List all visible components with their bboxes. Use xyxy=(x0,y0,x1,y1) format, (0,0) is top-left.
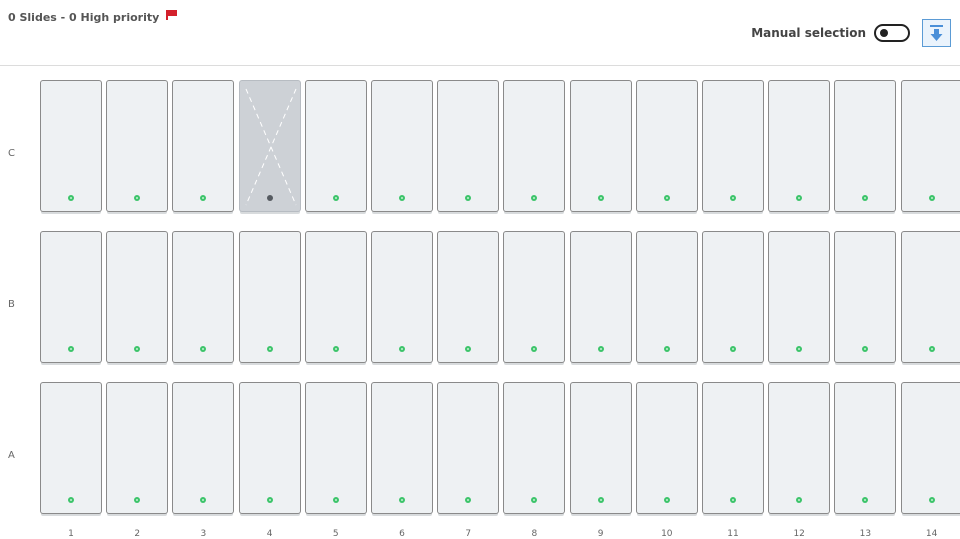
status-dot-icon xyxy=(266,346,273,352)
status-dot-icon xyxy=(730,346,736,352)
status-dot-icon xyxy=(134,195,141,201)
status-dot-icon xyxy=(862,346,869,352)
status-dot-icon xyxy=(796,195,803,201)
status-dot-icon xyxy=(465,497,472,503)
slot-b-14[interactable] xyxy=(900,231,960,363)
status-dot-icon xyxy=(465,195,472,201)
slot-b-2[interactable] xyxy=(106,231,169,363)
high-priority-flag-icon xyxy=(166,9,177,20)
slot-c-2[interactable] xyxy=(106,80,169,212)
slot-b-4[interactable] xyxy=(238,231,301,363)
status-dot-icon xyxy=(597,195,604,201)
slot-c-5[interactable] xyxy=(304,80,367,212)
status-dot-icon xyxy=(68,195,74,201)
slot-c-14[interactable] xyxy=(900,80,960,212)
slot-b-12[interactable] xyxy=(768,231,831,363)
slot-c-1[interactable] xyxy=(40,80,102,212)
status-dot-icon xyxy=(200,497,207,503)
status-dot-icon xyxy=(399,195,405,201)
status-dot-icon xyxy=(332,497,339,503)
status-dot-icon xyxy=(663,497,670,503)
row-label-b: B xyxy=(8,299,15,310)
status-dot-icon xyxy=(730,195,736,201)
status-dot-icon xyxy=(862,497,869,503)
slot-b-1[interactable] xyxy=(40,231,102,363)
status-dot-icon xyxy=(928,195,935,201)
slot-c-3[interactable] xyxy=(172,80,235,212)
status-dot-icon xyxy=(531,497,538,503)
slot-a-3[interactable] xyxy=(172,382,235,514)
status-dot-icon xyxy=(68,346,74,352)
slot-a-10[interactable] xyxy=(635,382,698,514)
status-dot-icon xyxy=(796,346,803,352)
slot-a-11[interactable] xyxy=(702,382,764,514)
slot-a-12[interactable] xyxy=(768,382,831,514)
slot-c-6[interactable] xyxy=(371,80,433,212)
empty-slot-cross-icon xyxy=(245,88,297,206)
manual-selection-toggle[interactable] xyxy=(874,24,910,42)
status-dot-icon xyxy=(134,346,141,352)
slot-a-4[interactable] xyxy=(238,382,301,514)
header-divider xyxy=(0,65,960,66)
status-dot-icon xyxy=(399,346,405,352)
status-dot-icon xyxy=(928,346,935,352)
status-dot-icon xyxy=(200,195,207,201)
slide-summary: 0 Slides - 0 High priority xyxy=(8,9,177,24)
slot-b-3[interactable] xyxy=(172,231,235,363)
slot-c-4[interactable] xyxy=(238,80,301,212)
summary-text: 0 Slides - 0 High priority xyxy=(8,11,160,24)
slot-a-7[interactable] xyxy=(437,382,500,514)
manual-selection-label: Manual selection xyxy=(751,26,866,40)
status-dot-icon xyxy=(862,195,869,201)
slot-b-11[interactable] xyxy=(702,231,764,363)
status-dot-icon xyxy=(465,346,472,352)
row-label-a: A xyxy=(8,450,15,461)
slot-c-13[interactable] xyxy=(834,80,897,212)
status-dot-icon xyxy=(332,346,339,352)
slot-a-8[interactable] xyxy=(503,382,566,514)
status-dot-icon xyxy=(332,195,339,201)
status-dot-icon xyxy=(796,497,803,503)
status-dot-icon xyxy=(134,497,141,503)
manual-selection-control: Manual selection xyxy=(751,24,910,42)
download-icon xyxy=(930,25,943,41)
slot-c-7[interactable] xyxy=(437,80,500,212)
slot-a-9[interactable] xyxy=(569,382,632,514)
slot-b-13[interactable] xyxy=(834,231,897,363)
status-dot-icon xyxy=(531,195,538,201)
slot-a-1[interactable] xyxy=(40,382,102,514)
slot-b-6[interactable] xyxy=(371,231,433,363)
download-button[interactable] xyxy=(922,19,951,47)
slot-c-12[interactable] xyxy=(768,80,831,212)
status-dot-icon xyxy=(266,195,273,201)
status-dot-icon xyxy=(663,195,670,201)
slot-a-14[interactable] xyxy=(900,382,960,514)
slot-a-13[interactable] xyxy=(834,382,897,514)
status-dot-icon xyxy=(399,497,405,503)
status-dot-icon xyxy=(68,497,74,503)
row-label-c: C xyxy=(8,148,15,159)
slot-b-7[interactable] xyxy=(437,231,500,363)
slot-c-8[interactable] xyxy=(503,80,566,212)
slot-b-10[interactable] xyxy=(635,231,698,363)
slot-c-9[interactable] xyxy=(569,80,632,212)
status-dot-icon xyxy=(663,346,670,352)
slot-b-9[interactable] xyxy=(569,231,632,363)
toggle-knob xyxy=(880,29,888,37)
status-dot-icon xyxy=(928,497,935,503)
slot-b-5[interactable] xyxy=(304,231,367,363)
slot-c-10[interactable] xyxy=(635,80,698,212)
status-dot-icon xyxy=(597,346,604,352)
slot-a-2[interactable] xyxy=(106,382,169,514)
slot-a-5[interactable] xyxy=(304,382,367,514)
status-dot-icon xyxy=(730,497,736,503)
status-dot-icon xyxy=(200,346,207,352)
status-dot-icon xyxy=(597,497,604,503)
slot-a-6[interactable] xyxy=(371,382,433,514)
status-dot-icon xyxy=(531,346,538,352)
slot-c-11[interactable] xyxy=(702,80,764,212)
slot-b-8[interactable] xyxy=(503,231,566,363)
status-dot-icon xyxy=(266,497,273,503)
